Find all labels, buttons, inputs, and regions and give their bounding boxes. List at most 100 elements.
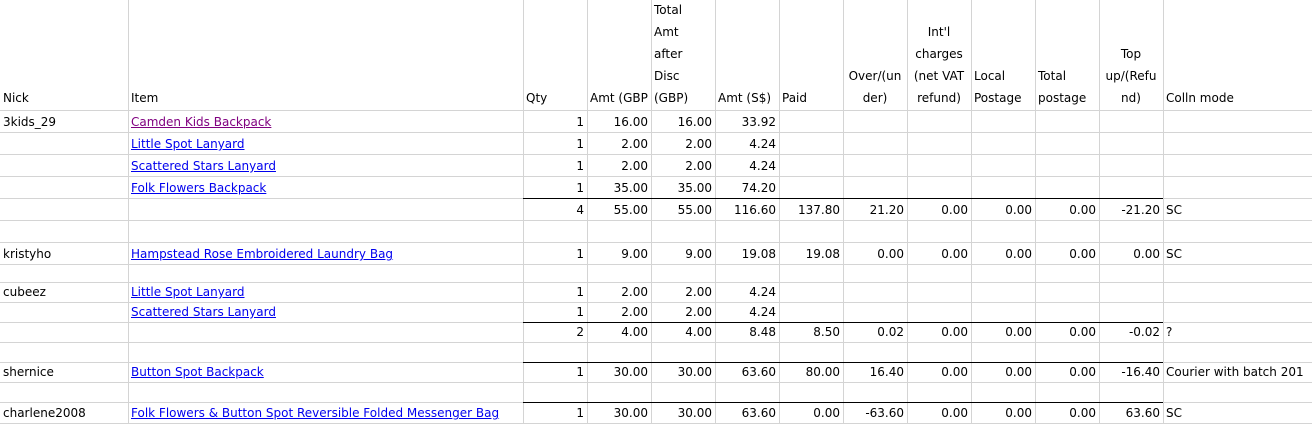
cell-amt-sgd[interactable]: 63.60 — [718, 365, 776, 380]
cell-topup[interactable]: -21.20 — [1102, 203, 1160, 218]
cell-qty[interactable]: 1 — [526, 305, 584, 320]
cell-paid[interactable]: 80.00 — [782, 365, 840, 380]
cell-total-amt[interactable]: 30.00 — [654, 406, 712, 421]
cell-total-postage[interactable]: 0.00 — [1038, 365, 1096, 380]
grid-column-line — [1163, 0, 1164, 423]
item-link[interactable]: Scattered Stars Lanyard — [131, 159, 520, 174]
cell-qty[interactable]: 1 — [526, 159, 584, 174]
cell-qty[interactable]: 1 — [526, 247, 584, 262]
cell-qty[interactable]: 2 — [526, 325, 584, 340]
cell-paid[interactable]: 8.50 — [782, 325, 840, 340]
cell-topup[interactable]: -0.02 — [1102, 325, 1160, 340]
header-local-postage: Local Postage — [974, 69, 1022, 105]
cell-total-amt[interactable]: 30.00 — [654, 365, 712, 380]
cell-total-amt[interactable]: 4.00 — [654, 325, 712, 340]
cell-total-amt[interactable]: 2.00 — [654, 305, 712, 320]
cell-total-amt[interactable]: 9.00 — [654, 247, 712, 262]
header-colln-mode: Colln mode — [1166, 91, 1234, 105]
cell-total-postage[interactable]: 0.00 — [1038, 325, 1096, 340]
cell-total-postage[interactable]: 0.00 — [1038, 203, 1096, 218]
item-link[interactable]: Scattered Stars Lanyard — [131, 305, 520, 320]
cell-colln-mode[interactable]: SC — [1166, 203, 1312, 218]
cell-local-postage[interactable]: 0.00 — [974, 203, 1032, 218]
cell-local-postage[interactable]: 0.00 — [974, 406, 1032, 421]
cell-qty[interactable]: 4 — [526, 203, 584, 218]
header-intl-charges: Int'l charges (net VAT refund) — [913, 25, 965, 105]
cell-qty[interactable]: 1 — [526, 181, 584, 196]
cell-amt-sgd[interactable]: 33.92 — [718, 115, 776, 130]
cell-local-postage[interactable]: 0.00 — [974, 365, 1032, 380]
cell-total-amt[interactable]: 2.00 — [654, 137, 712, 152]
cell-paid[interactable]: 137.80 — [782, 203, 840, 218]
cell-amt-sgd[interactable]: 4.24 — [718, 137, 776, 152]
cell-amt-gbp[interactable]: 2.00 — [590, 285, 648, 300]
cell-colln-mode[interactable]: ? — [1166, 325, 1312, 340]
cell-nick[interactable]: shernice — [3, 365, 125, 380]
cell-intl-charges[interactable]: 0.00 — [910, 365, 968, 380]
cell-amt-gbp[interactable]: 30.00 — [590, 365, 648, 380]
item-link[interactable]: Folk Flowers & Button Spot Reversible Fo… — [131, 406, 520, 421]
cell-amt-gbp[interactable]: 55.00 — [590, 203, 648, 218]
cell-amt-sgd[interactable]: 4.24 — [718, 285, 776, 300]
cell-total-amt[interactable]: 35.00 — [654, 181, 712, 196]
cell-nick[interactable]: charlene2008 — [3, 406, 125, 421]
cell-amt-sgd[interactable]: 116.60 — [718, 203, 776, 218]
cell-total-amt[interactable]: 2.00 — [654, 159, 712, 174]
item-link[interactable]: Folk Flowers Backpack — [131, 181, 520, 196]
cell-qty[interactable]: 1 — [526, 365, 584, 380]
cell-local-postage[interactable]: 0.00 — [974, 325, 1032, 340]
cell-nick[interactable]: 3kids_29 — [3, 115, 125, 130]
cell-over-under[interactable]: 0.02 — [846, 325, 904, 340]
cell-colln-mode[interactable]: SC — [1166, 247, 1312, 262]
cell-qty[interactable]: 1 — [526, 406, 584, 421]
cell-amt-sgd[interactable]: 8.48 — [718, 325, 776, 340]
cell-total-postage[interactable]: 0.00 — [1038, 406, 1096, 421]
cell-qty[interactable]: 1 — [526, 115, 584, 130]
cell-amt-gbp[interactable]: 2.00 — [590, 305, 648, 320]
cell-amt-sgd[interactable]: 19.08 — [718, 247, 776, 262]
cell-amt-gbp[interactable]: 2.00 — [590, 137, 648, 152]
cell-total-amt[interactable]: 55.00 — [654, 203, 712, 218]
cell-over-under[interactable]: 21.20 — [846, 203, 904, 218]
item-link[interactable]: Button Spot Backpack — [131, 365, 520, 380]
cell-amt-gbp[interactable]: 35.00 — [590, 181, 648, 196]
cell-total-amt[interactable]: 2.00 — [654, 285, 712, 300]
item-link[interactable]: Little Spot Lanyard — [131, 137, 520, 152]
cell-amt-gbp[interactable]: 16.00 — [590, 115, 648, 130]
cell-total-postage[interactable]: 0.00 — [1038, 247, 1096, 262]
item-link[interactable]: Camden Kids Backpack — [131, 115, 520, 130]
cell-amt-sgd[interactable]: 74.20 — [718, 181, 776, 196]
cell-amt-gbp[interactable]: 4.00 — [590, 325, 648, 340]
cell-nick[interactable]: cubeez — [3, 285, 125, 300]
cell-total-amt[interactable]: 16.00 — [654, 115, 712, 130]
cell-colln-mode[interactable]: Courier with batch 201 — [1166, 365, 1312, 380]
cell-amt-sgd[interactable]: 4.24 — [718, 305, 776, 320]
cell-nick[interactable]: kristyho — [3, 247, 125, 262]
cell-paid[interactable]: 0.00 — [782, 406, 840, 421]
cell-topup[interactable]: -16.40 — [1102, 365, 1160, 380]
cell-intl-charges[interactable]: 0.00 — [910, 203, 968, 218]
cell-amt-sgd[interactable]: 4.24 — [718, 159, 776, 174]
cell-topup[interactable]: 0.00 — [1102, 247, 1160, 262]
cell-over-under[interactable]: 16.40 — [846, 365, 904, 380]
cell-intl-charges[interactable]: 0.00 — [910, 406, 968, 421]
cell-amt-gbp[interactable]: 9.00 — [590, 247, 648, 262]
cell-topup[interactable]: 63.60 — [1102, 406, 1160, 421]
cell-colln-mode[interactable]: SC — [1166, 406, 1312, 421]
cell-paid[interactable]: 19.08 — [782, 247, 840, 262]
cell-amt-gbp[interactable]: 2.00 — [590, 159, 648, 174]
spreadsheet-grid[interactable]: Nick Item Qty Amt (GBP Total Amt after Disc … — [0, 0, 1312, 424]
item-link[interactable]: Little Spot Lanyard — [131, 285, 520, 300]
cell-intl-charges[interactable]: 0.00 — [910, 247, 968, 262]
grid-row-line — [0, 342, 1312, 343]
cell-over-under[interactable]: 0.00 — [846, 247, 904, 262]
cell-intl-charges[interactable]: 0.00 — [910, 325, 968, 340]
cell-over-under[interactable]: -63.60 — [846, 406, 904, 421]
cell-qty[interactable]: 1 — [526, 285, 584, 300]
item-link[interactable]: Hampstead Rose Embroidered Laundry Bag — [131, 247, 520, 262]
cell-amt-sgd[interactable]: 63.60 — [718, 406, 776, 421]
cell-qty[interactable]: 1 — [526, 137, 584, 152]
cell-amt-gbp[interactable]: 30.00 — [590, 406, 648, 421]
grid-row-line — [0, 176, 1312, 177]
cell-local-postage[interactable]: 0.00 — [974, 247, 1032, 262]
